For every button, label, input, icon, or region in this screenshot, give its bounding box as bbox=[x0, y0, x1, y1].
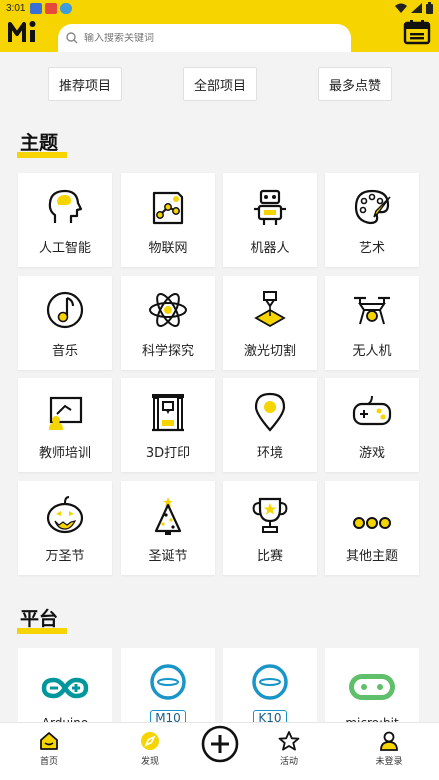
topic-label: 环境 bbox=[256, 446, 283, 461]
atom-icon bbox=[149, 293, 187, 327]
microbit-icon bbox=[349, 674, 395, 700]
search-bar[interactable] bbox=[58, 24, 351, 52]
compass-icon bbox=[141, 732, 159, 750]
topic-card-iot[interactable]: 物联网 bbox=[121, 173, 215, 267]
topic-card-halloween[interactable]: 万圣节 bbox=[18, 481, 112, 575]
notification-icons bbox=[30, 3, 72, 14]
nav-label: 首页 bbox=[39, 757, 58, 767]
nav-home[interactable]: 首页 bbox=[19, 731, 79, 767]
topic-card-games[interactable]: 游戏 bbox=[325, 378, 419, 472]
m10-icon bbox=[150, 664, 186, 700]
bottom-nav: 首页 发现 活动 未登录 bbox=[0, 722, 439, 780]
topic-label: 其他主题 bbox=[345, 549, 398, 564]
wifi-icon bbox=[395, 3, 407, 13]
logo-icon bbox=[8, 21, 36, 42]
nav-add[interactable] bbox=[190, 725, 250, 766]
drone-icon bbox=[354, 296, 390, 325]
topic-label: 比赛 bbox=[256, 549, 283, 564]
tab-most-liked[interactable]: 最多点赞 bbox=[318, 67, 392, 101]
topic-label: 万圣节 bbox=[45, 549, 85, 564]
palette-icon bbox=[354, 189, 391, 225]
topic-card-competition[interactable]: 比赛 bbox=[223, 481, 317, 575]
nav-events[interactable]: 活动 bbox=[259, 731, 319, 767]
topic-label: 音乐 bbox=[51, 344, 78, 359]
topic-card-robot[interactable]: 机器人 bbox=[223, 173, 317, 267]
topic-card-ai[interactable]: 人工智能 bbox=[18, 173, 112, 267]
notification-icon bbox=[30, 3, 42, 14]
3d-printer-icon bbox=[152, 394, 184, 432]
more-dots-icon bbox=[353, 517, 391, 529]
topic-label: 教师培训 bbox=[38, 446, 91, 461]
iot-icon bbox=[152, 191, 184, 225]
topic-card-3dprint[interactable]: 3D打印 bbox=[121, 378, 215, 472]
add-circle-icon bbox=[201, 725, 239, 763]
arduino-icon bbox=[41, 677, 89, 699]
home-icon bbox=[40, 732, 58, 750]
topic-card-environment[interactable]: 环境 bbox=[223, 378, 317, 472]
section-title-topics: 主题 bbox=[17, 128, 67, 158]
user-icon bbox=[380, 731, 398, 751]
nav-label: 发现 bbox=[140, 757, 159, 767]
topic-label: 游戏 bbox=[358, 446, 385, 461]
laser-cut-icon bbox=[254, 291, 286, 328]
topic-card-laser[interactable]: 激光切割 bbox=[223, 276, 317, 370]
pumpkin-icon bbox=[46, 496, 84, 534]
k10-icon bbox=[252, 664, 288, 700]
nav-discover[interactable]: 发现 bbox=[120, 731, 180, 767]
battery-icon bbox=[426, 2, 433, 14]
section-title-platforms: 平台 bbox=[17, 604, 67, 634]
topic-label: 科学探究 bbox=[141, 344, 194, 359]
topic-card-other[interactable]: 其他主题 bbox=[325, 481, 419, 575]
download-icon bbox=[60, 3, 72, 14]
topic-card-music[interactable]: 音乐 bbox=[18, 276, 112, 370]
ai-head-icon bbox=[48, 189, 83, 223]
project-tabs: 推荐项目 全部项目 最多点赞 bbox=[0, 67, 439, 101]
status-time: 3:01 bbox=[6, 3, 26, 14]
notification-icon bbox=[45, 3, 57, 14]
calendar-icon[interactable] bbox=[403, 18, 431, 46]
topic-card-science[interactable]: 科学探究 bbox=[121, 276, 215, 370]
trophy-icon bbox=[252, 497, 288, 533]
nav-profile[interactable]: 未登录 bbox=[359, 731, 419, 767]
topic-card-christmas[interactable]: 圣诞节 bbox=[121, 481, 215, 575]
topic-label: 人工智能 bbox=[38, 241, 91, 256]
music-icon bbox=[46, 291, 84, 329]
system-icons bbox=[395, 2, 433, 14]
topic-label: 物联网 bbox=[148, 241, 188, 256]
tab-all[interactable]: 全部项目 bbox=[183, 67, 257, 101]
topic-label: 艺术 bbox=[358, 241, 385, 256]
topic-label: 机器人 bbox=[250, 241, 290, 256]
christmas-tree-icon bbox=[154, 497, 182, 535]
search-input[interactable] bbox=[84, 32, 324, 44]
topic-label: 圣诞节 bbox=[148, 549, 188, 564]
search-icon bbox=[66, 32, 78, 44]
signal-icon bbox=[411, 3, 422, 13]
topic-card-teacher[interactable]: 教师培训 bbox=[18, 378, 112, 472]
topic-card-art[interactable]: 艺术 bbox=[325, 173, 419, 267]
topic-label: 无人机 bbox=[352, 344, 392, 359]
topic-label: 激光切割 bbox=[243, 344, 296, 359]
app-header: 3:01 bbox=[0, 0, 439, 52]
star-icon bbox=[278, 731, 300, 751]
tab-recommended[interactable]: 推荐项目 bbox=[48, 67, 122, 101]
location-pin-icon bbox=[254, 392, 286, 432]
nav-label: 活动 bbox=[279, 757, 298, 767]
status-bar: 3:01 bbox=[0, 0, 439, 18]
nav-label: 未登录 bbox=[375, 757, 403, 767]
topic-card-drone[interactable]: 无人机 bbox=[325, 276, 419, 370]
gamepad-icon bbox=[352, 395, 392, 426]
robot-icon bbox=[254, 189, 286, 225]
topic-label: 3D打印 bbox=[145, 446, 191, 461]
teacher-board-icon bbox=[49, 396, 83, 430]
